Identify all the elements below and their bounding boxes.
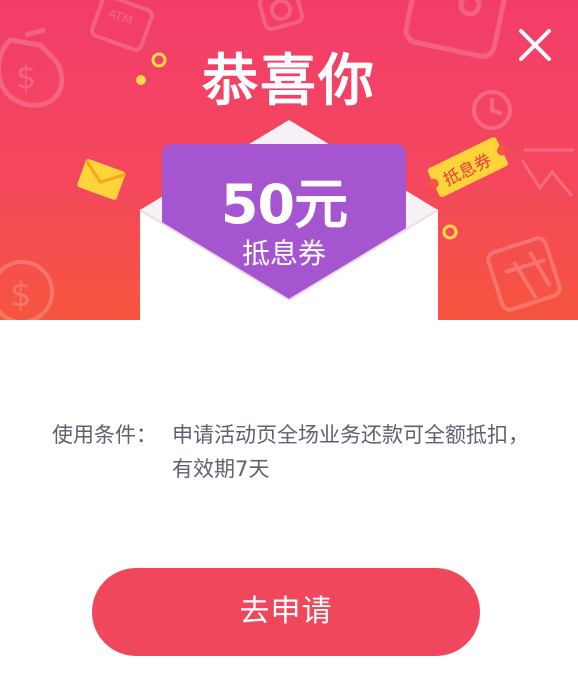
coupon-dialog: $ ATM $ 抵息券 恭喜你 50元 抵息券 使用条件： 申请活动页全场业务还… — [0, 0, 578, 683]
usage-terms-text: 申请活动页全场业务还款可全额抵扣，有效期7天 — [172, 423, 529, 481]
usage-terms-label: 使用条件： — [52, 423, 157, 447]
apply-button[interactable]: 去申请 — [92, 568, 480, 656]
close-icon — [519, 29, 551, 61]
coupon-type: 抵息券 — [241, 237, 326, 270]
coupon-amount: 50元 — [220, 173, 348, 236]
close-button[interactable] — [518, 28, 552, 62]
hero-banner: $ ATM $ 抵息券 恭喜你 50元 抵息券 — [0, 0, 578, 320]
dialog-title: 恭喜你 — [202, 49, 376, 114]
